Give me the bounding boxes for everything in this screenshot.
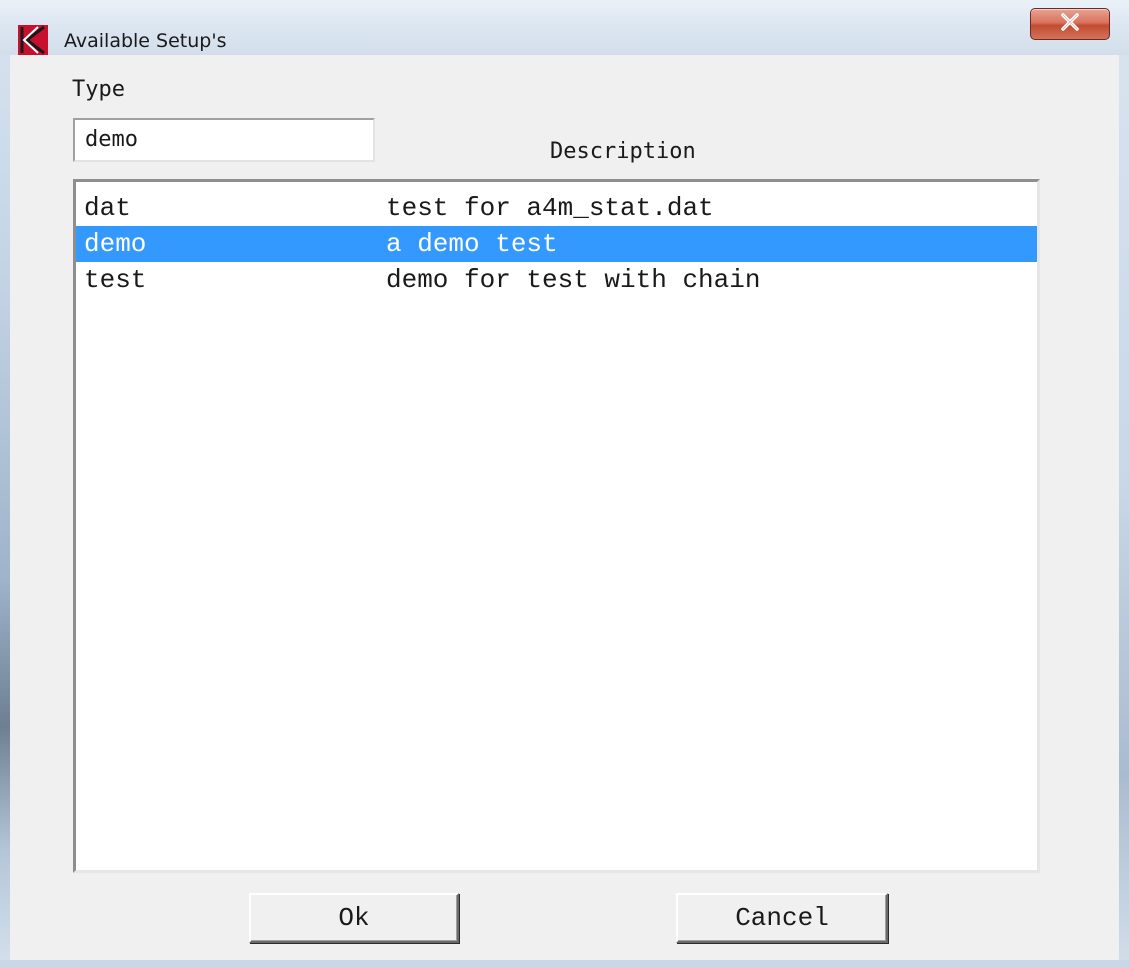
- setup-description-cell: demo for test with chain: [386, 265, 761, 295]
- cancel-button[interactable]: Cancel: [676, 893, 888, 943]
- window-frame-right: [1119, 0, 1129, 968]
- setup-type-cell: demo: [84, 229, 147, 259]
- window-title: Available Setup's: [64, 30, 227, 52]
- description-label: Description: [550, 139, 696, 164]
- k-logo-icon: [18, 25, 48, 55]
- setup-type-cell: test: [84, 265, 147, 295]
- setup-description-cell: test for a4m_stat.dat: [386, 193, 714, 223]
- setup-type-cell: dat: [84, 193, 131, 223]
- list-item[interactable]: test demo for test with chain: [76, 262, 1037, 298]
- window-frame-left: [0, 0, 10, 968]
- ok-button[interactable]: Ok: [249, 893, 459, 943]
- dialog-body: Type demo Description dat test for a4m_s…: [10, 55, 1119, 960]
- type-label: Type: [72, 77, 125, 102]
- setup-description-cell: a demo test: [386, 229, 558, 259]
- window-frame-bottom: [0, 960, 1129, 968]
- type-input[interactable]: demo: [73, 118, 375, 162]
- setup-list[interactable]: dat test for a4m_stat.dat demo a demo te…: [73, 179, 1040, 873]
- close-button[interactable]: [1030, 8, 1110, 40]
- list-item[interactable]: dat test for a4m_stat.dat: [76, 190, 1037, 226]
- list-item-selected[interactable]: demo a demo test: [76, 226, 1037, 262]
- close-icon: [1060, 12, 1080, 36]
- title-bar[interactable]: Available Setup's: [0, 0, 1129, 55]
- setup-dialog: Available Setup's Type demo Description …: [0, 0, 1129, 968]
